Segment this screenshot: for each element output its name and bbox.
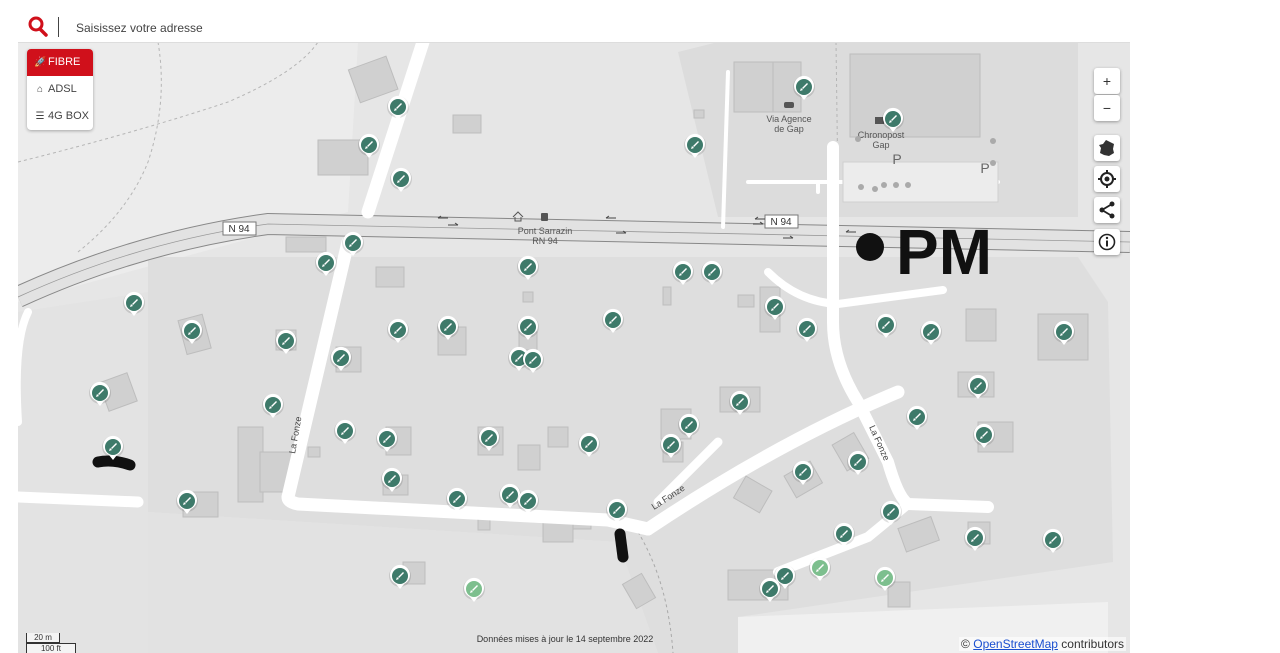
parking-label: P bbox=[892, 151, 901, 167]
pm-dot bbox=[856, 233, 884, 261]
map-canvas[interactable]: N 94 N 94 Pont Sarrazin RN 94 Via Agence… bbox=[18, 42, 1130, 653]
info-button[interactable] bbox=[1094, 229, 1120, 255]
zoom-out-button[interactable]: − bbox=[1094, 95, 1120, 121]
search-icon[interactable] bbox=[28, 16, 48, 43]
data-update-note: Données mises à jour le 14 septembre 202… bbox=[476, 634, 654, 644]
tab-4g-box[interactable]: ☰ 4G BOX bbox=[27, 103, 93, 130]
pm-annotation: PM bbox=[896, 216, 992, 288]
bus-stop-name: Pont Sarrazin bbox=[518, 226, 573, 236]
search-separator bbox=[58, 17, 59, 37]
road-shield-n94-left: N 94 bbox=[222, 221, 257, 236]
search-input[interactable] bbox=[66, 15, 1130, 41]
poi-chronopost-2: Gap bbox=[872, 140, 889, 150]
home-icon: ⌂ bbox=[36, 84, 44, 95]
handdrawn-mark-2 bbox=[614, 528, 629, 563]
svg-text:N 94: N 94 bbox=[228, 224, 250, 235]
poi-via-agence: Via Agence bbox=[766, 114, 811, 124]
share-button[interactable] bbox=[1094, 197, 1120, 223]
rocket-icon: 🚀 bbox=[34, 57, 47, 68]
scale-imperial: 100 ft bbox=[26, 643, 76, 653]
wifi-icon: ☰ bbox=[35, 111, 45, 122]
tab-adsl[interactable]: ⌂ ADSL bbox=[27, 76, 93, 103]
road-shield-n94-right: N 94 bbox=[764, 214, 799, 229]
zoom-in-button[interactable]: + bbox=[1094, 68, 1120, 94]
poi-via-agence-2: de Gap bbox=[774, 124, 804, 134]
parking-label-2: P bbox=[980, 160, 989, 176]
technology-selector: 🚀 FIBRE ⌂ ADSL ☰ 4G BOX bbox=[27, 49, 93, 130]
handdrawn-mark bbox=[92, 455, 136, 471]
bus-stop-route: RN 94 bbox=[532, 236, 558, 246]
info-icon bbox=[1098, 233, 1116, 251]
france-map-button[interactable] bbox=[1094, 135, 1120, 161]
svg-text:N 94: N 94 bbox=[770, 217, 792, 228]
map-app: N 94 N 94 Pont Sarrazin RN 94 Via Agence… bbox=[18, 12, 1130, 653]
car-icon bbox=[784, 102, 794, 108]
poi-chronopost: Chronopost bbox=[858, 130, 905, 140]
tab-fibre[interactable]: 🚀 FIBRE bbox=[27, 49, 93, 76]
share-icon bbox=[1099, 201, 1115, 219]
locate-button[interactable] bbox=[1094, 166, 1120, 192]
search-bar bbox=[18, 12, 1130, 43]
locate-icon bbox=[1098, 170, 1116, 188]
france-icon bbox=[1099, 140, 1114, 156]
